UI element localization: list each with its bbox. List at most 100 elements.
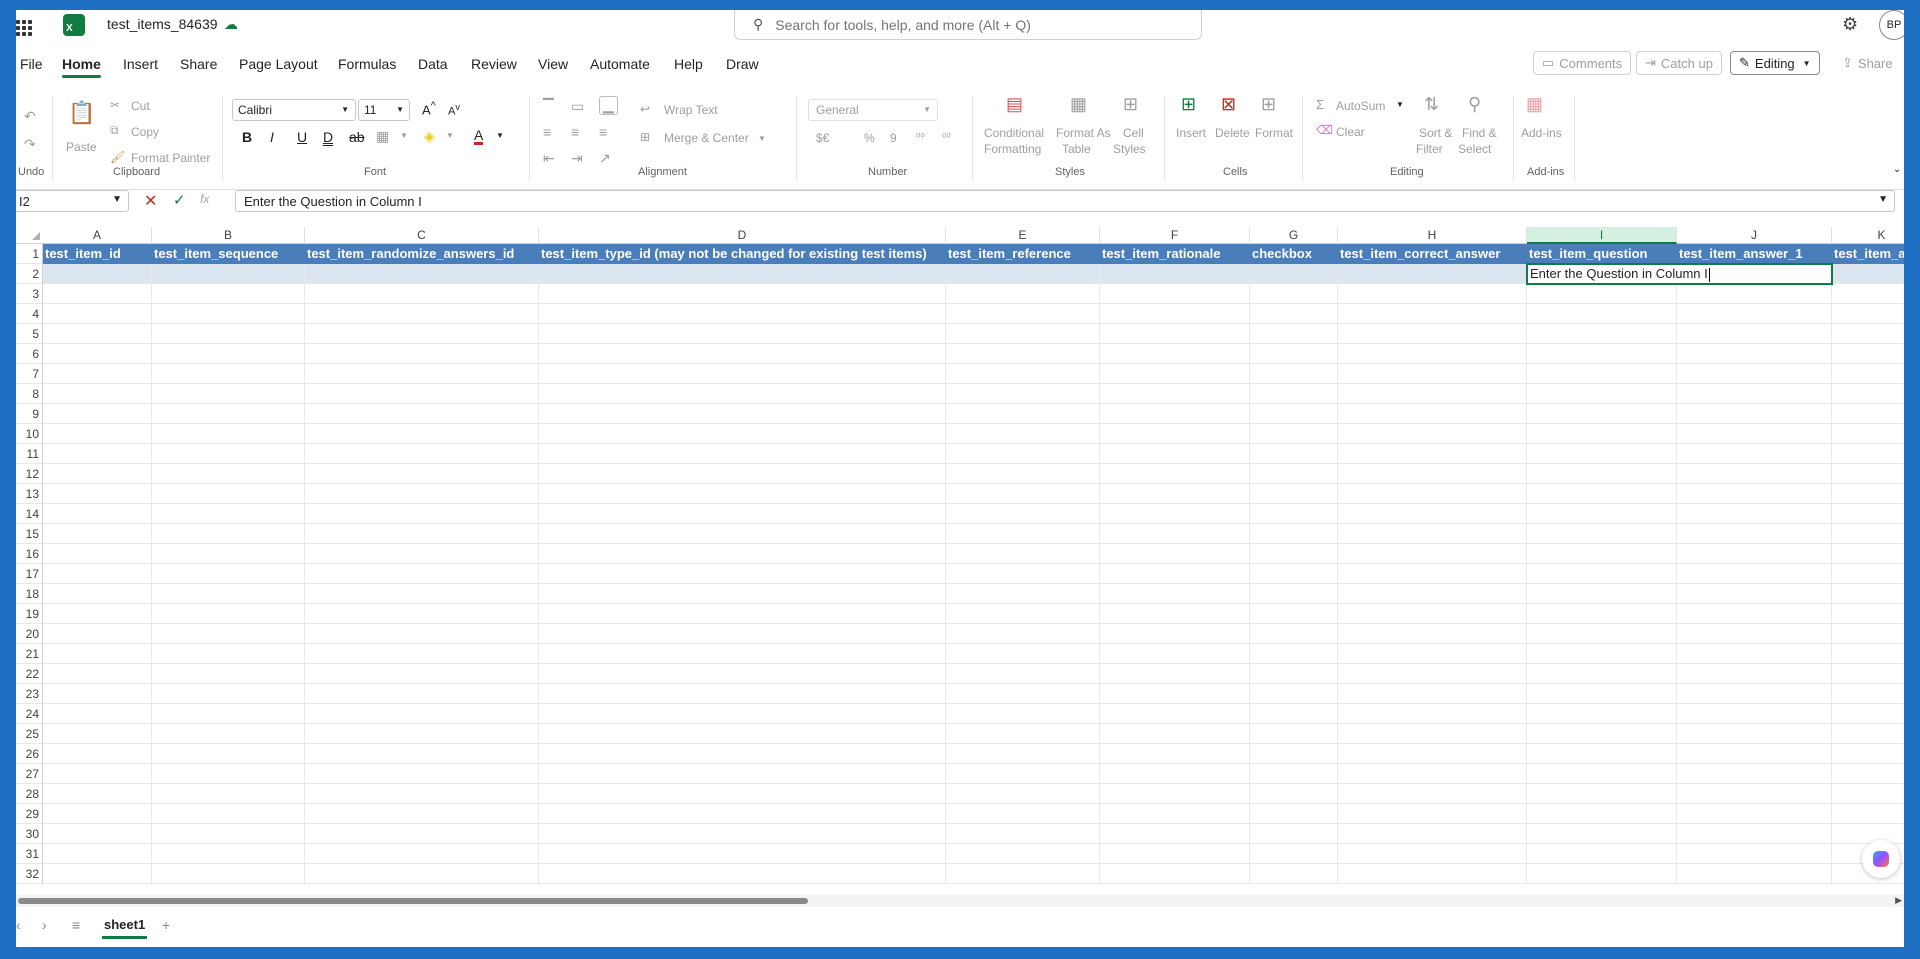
- cell-e20[interactable]: [946, 624, 1100, 644]
- cell-g12[interactable]: [1250, 464, 1338, 484]
- cell-k19[interactable]: [1832, 604, 1904, 624]
- cell-g26[interactable]: [1250, 744, 1338, 764]
- row-header[interactable]: 21: [16, 644, 43, 664]
- cell-a6[interactable]: [43, 344, 152, 364]
- cell-c32[interactable]: [305, 864, 539, 884]
- tab-review[interactable]: Review: [471, 56, 517, 72]
- cell-i17[interactable]: [1527, 564, 1677, 584]
- cell-k7[interactable]: [1832, 364, 1904, 384]
- accounting-format-icon[interactable]: $€: [816, 131, 829, 145]
- increase-indent-icon[interactable]: ⇥: [571, 150, 583, 167]
- sheet-tab-sheet1[interactable]: sheet1: [102, 913, 148, 939]
- cell-j32[interactable]: [1677, 864, 1832, 884]
- cell-g27[interactable]: [1250, 764, 1338, 784]
- cell-i32[interactable]: [1527, 864, 1677, 884]
- cell-f17[interactable]: [1100, 564, 1250, 584]
- cell-b25[interactable]: [152, 724, 305, 744]
- cell-b9[interactable]: [152, 404, 305, 424]
- delete-cells-button[interactable]: Delete: [1215, 126, 1250, 140]
- row-header[interactable]: 25: [16, 724, 43, 744]
- column-header-h[interactable]: H: [1338, 227, 1527, 244]
- cell-f25[interactable]: [1100, 724, 1250, 744]
- cell-j30[interactable]: [1677, 824, 1832, 844]
- cell-e13[interactable]: [946, 484, 1100, 504]
- row-header[interactable]: 31: [16, 844, 43, 864]
- cell-i6[interactable]: [1527, 344, 1677, 364]
- underline-icon[interactable]: U: [297, 129, 307, 145]
- cell-d22[interactable]: [539, 664, 946, 684]
- cell-g22[interactable]: [1250, 664, 1338, 684]
- editing-mode-button[interactable]: ✎ Editing ▼: [1730, 51, 1820, 75]
- cell-b22[interactable]: [152, 664, 305, 684]
- cell-d30[interactable]: [539, 824, 946, 844]
- cell-g25[interactable]: [1250, 724, 1338, 744]
- cell-j28[interactable]: [1677, 784, 1832, 804]
- cell-a25[interactable]: [43, 724, 152, 744]
- cell-b15[interactable]: [152, 524, 305, 544]
- share-button[interactable]: ⇪ Share: [1834, 51, 1901, 75]
- cell-j18[interactable]: [1677, 584, 1832, 604]
- cell-k25[interactable]: [1832, 724, 1904, 744]
- cell-a22[interactable]: [43, 664, 152, 684]
- select-all-corner[interactable]: [16, 227, 43, 244]
- cell-g15[interactable]: [1250, 524, 1338, 544]
- cell-a31[interactable]: [43, 844, 152, 864]
- cell-f8[interactable]: [1100, 384, 1250, 404]
- cell-j23[interactable]: [1677, 684, 1832, 704]
- cell-c9[interactable]: [305, 404, 539, 424]
- cell-h21[interactable]: [1338, 644, 1527, 664]
- cell-d23[interactable]: [539, 684, 946, 704]
- tab-view[interactable]: View: [538, 56, 568, 72]
- cell-d2[interactable]: [539, 264, 946, 284]
- cell-h2[interactable]: [1338, 264, 1527, 284]
- cell-d27[interactable]: [539, 764, 946, 784]
- cell-b17[interactable]: [152, 564, 305, 584]
- cell-h8[interactable]: [1338, 384, 1527, 404]
- cell-c22[interactable]: [305, 664, 539, 684]
- cell-f20[interactable]: [1100, 624, 1250, 644]
- cell-e21[interactable]: [946, 644, 1100, 664]
- cell-g29[interactable]: [1250, 804, 1338, 824]
- cell-b26[interactable]: [152, 744, 305, 764]
- cell-k18[interactable]: [1832, 584, 1904, 604]
- align-center-icon[interactable]: ≡: [571, 124, 579, 140]
- cell-a3[interactable]: [43, 284, 152, 304]
- align-bottom-icon[interactable]: ▁: [599, 96, 618, 115]
- cell-i1[interactable]: test_item_question: [1527, 244, 1677, 264]
- cell-k12[interactable]: [1832, 464, 1904, 484]
- cell-h31[interactable]: [1338, 844, 1527, 864]
- row-header[interactable]: 23: [16, 684, 43, 704]
- cell-c19[interactable]: [305, 604, 539, 624]
- tab-page-layout[interactable]: Page Layout: [239, 56, 318, 72]
- cancel-entry-icon[interactable]: ✕: [144, 191, 157, 211]
- cell-c27[interactable]: [305, 764, 539, 784]
- cell-a4[interactable]: [43, 304, 152, 324]
- row-header[interactable]: 19: [16, 604, 43, 624]
- cell-g2[interactable]: [1250, 264, 1338, 284]
- cell-i8[interactable]: [1527, 384, 1677, 404]
- cell-k15[interactable]: [1832, 524, 1904, 544]
- cell-i15[interactable]: [1527, 524, 1677, 544]
- cell-a20[interactable]: [43, 624, 152, 644]
- cell-k9[interactable]: [1832, 404, 1904, 424]
- cell-c8[interactable]: [305, 384, 539, 404]
- cell-k3[interactable]: [1832, 284, 1904, 304]
- prev-sheet-icon[interactable]: ‹: [16, 917, 21, 933]
- cell-i9[interactable]: [1527, 404, 1677, 424]
- cell-g5[interactable]: [1250, 324, 1338, 344]
- cell-k4[interactable]: [1832, 304, 1904, 324]
- copy-button[interactable]: Copy: [131, 125, 159, 139]
- confirm-entry-icon[interactable]: ✓: [173, 191, 186, 209]
- cell-j4[interactable]: [1677, 304, 1832, 324]
- cell-k11[interactable]: [1832, 444, 1904, 464]
- cell-c14[interactable]: [305, 504, 539, 524]
- app-launcher-icon[interactable]: [16, 20, 32, 36]
- cell-j3[interactable]: [1677, 284, 1832, 304]
- tab-automate[interactable]: Automate: [590, 56, 650, 72]
- cell-h23[interactable]: [1338, 684, 1527, 704]
- cell-f27[interactable]: [1100, 764, 1250, 784]
- cell-k17[interactable]: [1832, 564, 1904, 584]
- cell-f30[interactable]: [1100, 824, 1250, 844]
- cell-c5[interactable]: [305, 324, 539, 344]
- cell-h16[interactable]: [1338, 544, 1527, 564]
